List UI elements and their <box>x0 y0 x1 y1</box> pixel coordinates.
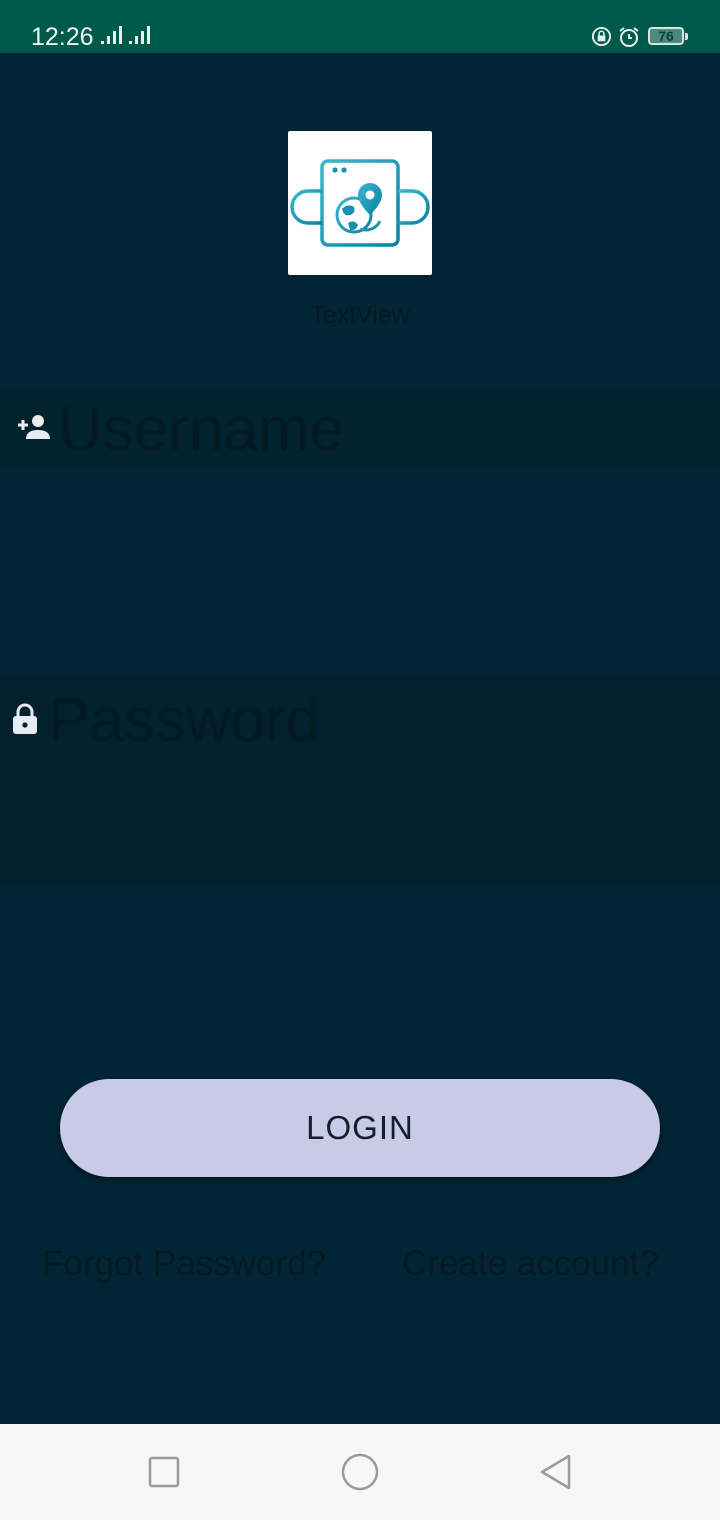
rotation-lock-icon <box>591 26 612 47</box>
login-screen: 12:26 76 TextView Username LOGIN Forgot … <box>0 0 720 1520</box>
back-triangle-icon[interactable] <box>536 1452 576 1492</box>
alarm-icon <box>619 27 639 47</box>
password-field[interactable] <box>0 675 720 885</box>
recents-square-icon[interactable] <box>144 1452 184 1492</box>
username-field[interactable] <box>0 388 720 468</box>
signal-icon <box>129 26 150 44</box>
app-logo <box>288 131 432 275</box>
add-user-icon <box>18 415 50 439</box>
system-navigation-bar <box>0 1424 720 1520</box>
battery-icon: 76 <box>648 27 684 45</box>
battery-level: 76 <box>658 28 674 44</box>
password-input[interactable] <box>48 687 688 755</box>
lock-icon <box>13 703 37 734</box>
signal-icon <box>101 26 122 44</box>
globe-location-pin-icon <box>290 159 430 247</box>
forgot-password-link[interactable]: Forgot Password? <box>42 1244 326 1284</box>
app-title: TextView <box>310 301 410 329</box>
status-time: 12:26 <box>31 23 94 51</box>
home-circle-icon[interactable] <box>340 1452 380 1492</box>
login-button[interactable]: LOGIN <box>60 1079 660 1177</box>
status-bar: 12:26 76 <box>0 0 720 53</box>
create-account-link[interactable]: Create account? <box>402 1244 659 1284</box>
battery-tip <box>685 33 688 40</box>
username-input[interactable] <box>58 398 698 462</box>
